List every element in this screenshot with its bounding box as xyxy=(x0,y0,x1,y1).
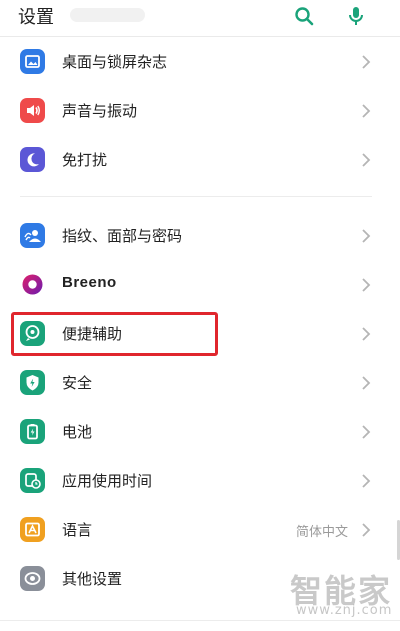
settings-item-do-not-disturb[interactable]: 免打扰 xyxy=(0,136,400,184)
chevron-right-icon xyxy=(360,227,372,245)
breeno-icon xyxy=(20,272,45,297)
settings-item-app-usage-time[interactable]: 应用使用时间 xyxy=(0,457,400,505)
settings-item-label: 免打扰 xyxy=(62,151,108,169)
settings-item-sound[interactable]: 声音与振动 xyxy=(0,87,400,135)
chevron-right-icon xyxy=(360,374,372,392)
app-usage-icon xyxy=(20,468,45,493)
settings-item-label: Breeno xyxy=(62,274,117,291)
chevron-right-icon xyxy=(360,423,372,441)
settings-item-label: 安全 xyxy=(62,374,93,392)
settings-item-label: 其他设置 xyxy=(62,570,123,588)
chevron-right-icon xyxy=(360,325,372,343)
chevron-right-icon xyxy=(360,276,372,294)
chevron-right-icon xyxy=(360,472,372,490)
moon-icon xyxy=(20,147,45,172)
header-divider xyxy=(0,36,400,37)
fingerprint-face-icon xyxy=(20,223,45,248)
microphone-icon[interactable] xyxy=(344,4,368,28)
speaker-icon xyxy=(20,98,45,123)
more-settings-icon xyxy=(20,566,45,591)
settings-item-breeno[interactable]: Breeno xyxy=(0,261,400,309)
settings-item-security[interactable]: 安全 xyxy=(0,359,400,407)
watermark-url: www.znj.com xyxy=(296,603,393,618)
section-divider xyxy=(20,196,372,197)
settings-page: 设置 桌面与锁屏杂志 声音与振动 免打扰 指纹、面部与密码 Breeno 便捷辅… xyxy=(0,0,400,631)
settings-item-fingerprint-face-password[interactable]: 指纹、面部与密码 xyxy=(0,212,400,260)
settings-item-label: 应用使用时间 xyxy=(62,472,153,490)
chevron-right-icon xyxy=(360,151,372,169)
settings-item-label: 电池 xyxy=(62,423,93,441)
language-value: 简体中文 xyxy=(295,525,348,540)
battery-icon xyxy=(20,419,45,444)
app-header: 设置 xyxy=(0,0,400,36)
settings-item-label: 语言 xyxy=(62,521,93,539)
settings-item-wallpaper[interactable]: 桌面与锁屏杂志 xyxy=(0,38,400,86)
shield-icon xyxy=(20,370,45,395)
settings-item-label: 声音与振动 xyxy=(62,102,138,120)
language-icon xyxy=(20,517,45,542)
page-title: 设置 xyxy=(18,7,54,28)
highlight-box xyxy=(11,312,218,356)
settings-item-language[interactable]: 语言 简体中文 xyxy=(0,506,400,554)
search-icon[interactable] xyxy=(292,4,316,28)
settings-item-label: 桌面与锁屏杂志 xyxy=(62,53,168,71)
chevron-right-icon xyxy=(360,53,372,71)
settings-item-label: 指纹、面部与密码 xyxy=(62,227,183,245)
bottom-divider xyxy=(0,620,400,621)
blurred-header-text xyxy=(70,8,145,22)
chevron-right-icon xyxy=(360,521,372,539)
chevron-right-icon xyxy=(360,102,372,120)
wallpaper-icon xyxy=(20,49,45,74)
settings-item-battery[interactable]: 电池 xyxy=(0,408,400,456)
